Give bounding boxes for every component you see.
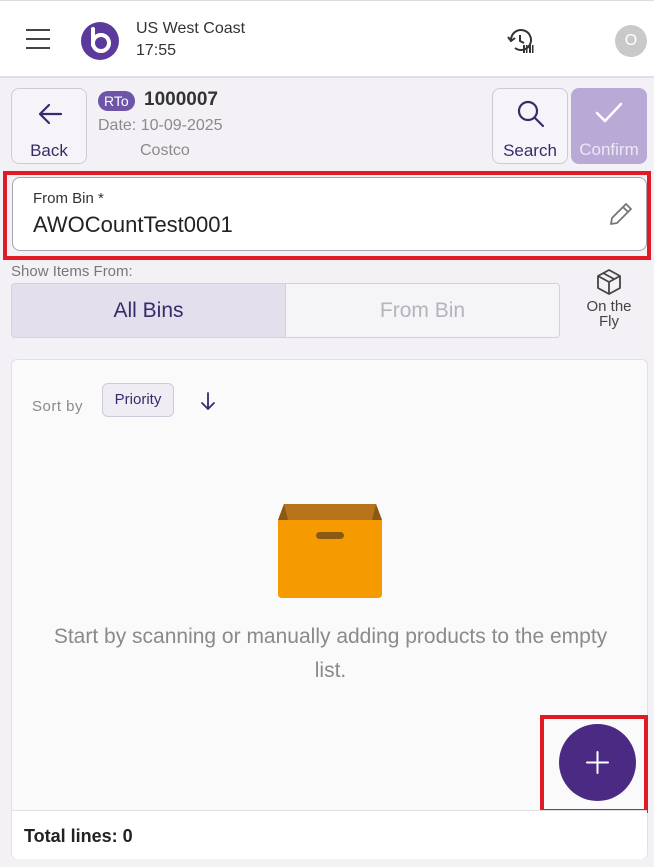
plus-icon (586, 751, 609, 774)
empty-list-message: Start by scanning or manually adding pro… (53, 625, 608, 682)
total-lines: Total lines: 0 (24, 826, 133, 846)
sync-history-icon[interactable] (505, 27, 537, 55)
toggle-from-bin[interactable]: From Bin (286, 284, 559, 337)
order-date: Date: 10-09-2025 (98, 117, 223, 134)
sort-by-label: Sort by (32, 398, 84, 415)
order-header: Back RTo 1000007 Date: 10-09-2025 Costco… (0, 78, 654, 168)
search-icon (517, 100, 545, 128)
hamburger-menu-icon[interactable] (26, 29, 50, 49)
customer-name: Costco (140, 142, 190, 159)
toggle-all-bins[interactable]: All Bins (12, 284, 286, 337)
order-number: 1000007 (144, 89, 218, 110)
back-label: Back (30, 141, 68, 160)
user-avatar[interactable]: O (615, 25, 647, 57)
on-the-fly-button[interactable]: On the Fly (576, 268, 642, 329)
top-bar: US West Coast 17:55 O (0, 0, 654, 78)
show-items-toggle: All Bins From Bin (11, 283, 560, 338)
arrow-left-icon (38, 103, 63, 125)
total-lines-bar: Total lines: 0 (12, 810, 647, 859)
show-items-label: Show Items From: (11, 263, 133, 280)
back-button[interactable]: Back (11, 88, 87, 164)
from-bin-section: From Bin * AWOCountTest0001 (0, 168, 654, 260)
list-area: Sort by Priority Start by scanning or ma… (0, 352, 654, 867)
from-bin-highlight (3, 171, 651, 260)
add-product-button[interactable] (559, 724, 636, 801)
arrow-down-icon[interactable] (198, 390, 218, 412)
sort-priority-button[interactable]: Priority (102, 383, 174, 417)
search-label: Search (503, 141, 557, 160)
current-time: 17:55 (136, 42, 177, 59)
app-logo (81, 22, 119, 60)
package-icon (597, 269, 621, 295)
items-card: Sort by Priority Start by scanning or ma… (11, 359, 648, 859)
order-type-badge: RTo (98, 91, 135, 111)
location-name[interactable]: US West Coast (136, 20, 245, 38)
confirm-label: Confirm (579, 140, 639, 159)
confirm-button[interactable]: Confirm (571, 88, 647, 164)
on-the-fly-label: On the Fly (586, 298, 632, 330)
search-button[interactable]: Search (492, 88, 568, 164)
show-items-section: Show Items From: All Bins From Bin On th… (0, 260, 654, 352)
checkmark-icon (595, 102, 623, 123)
empty-box-icon (278, 504, 382, 598)
